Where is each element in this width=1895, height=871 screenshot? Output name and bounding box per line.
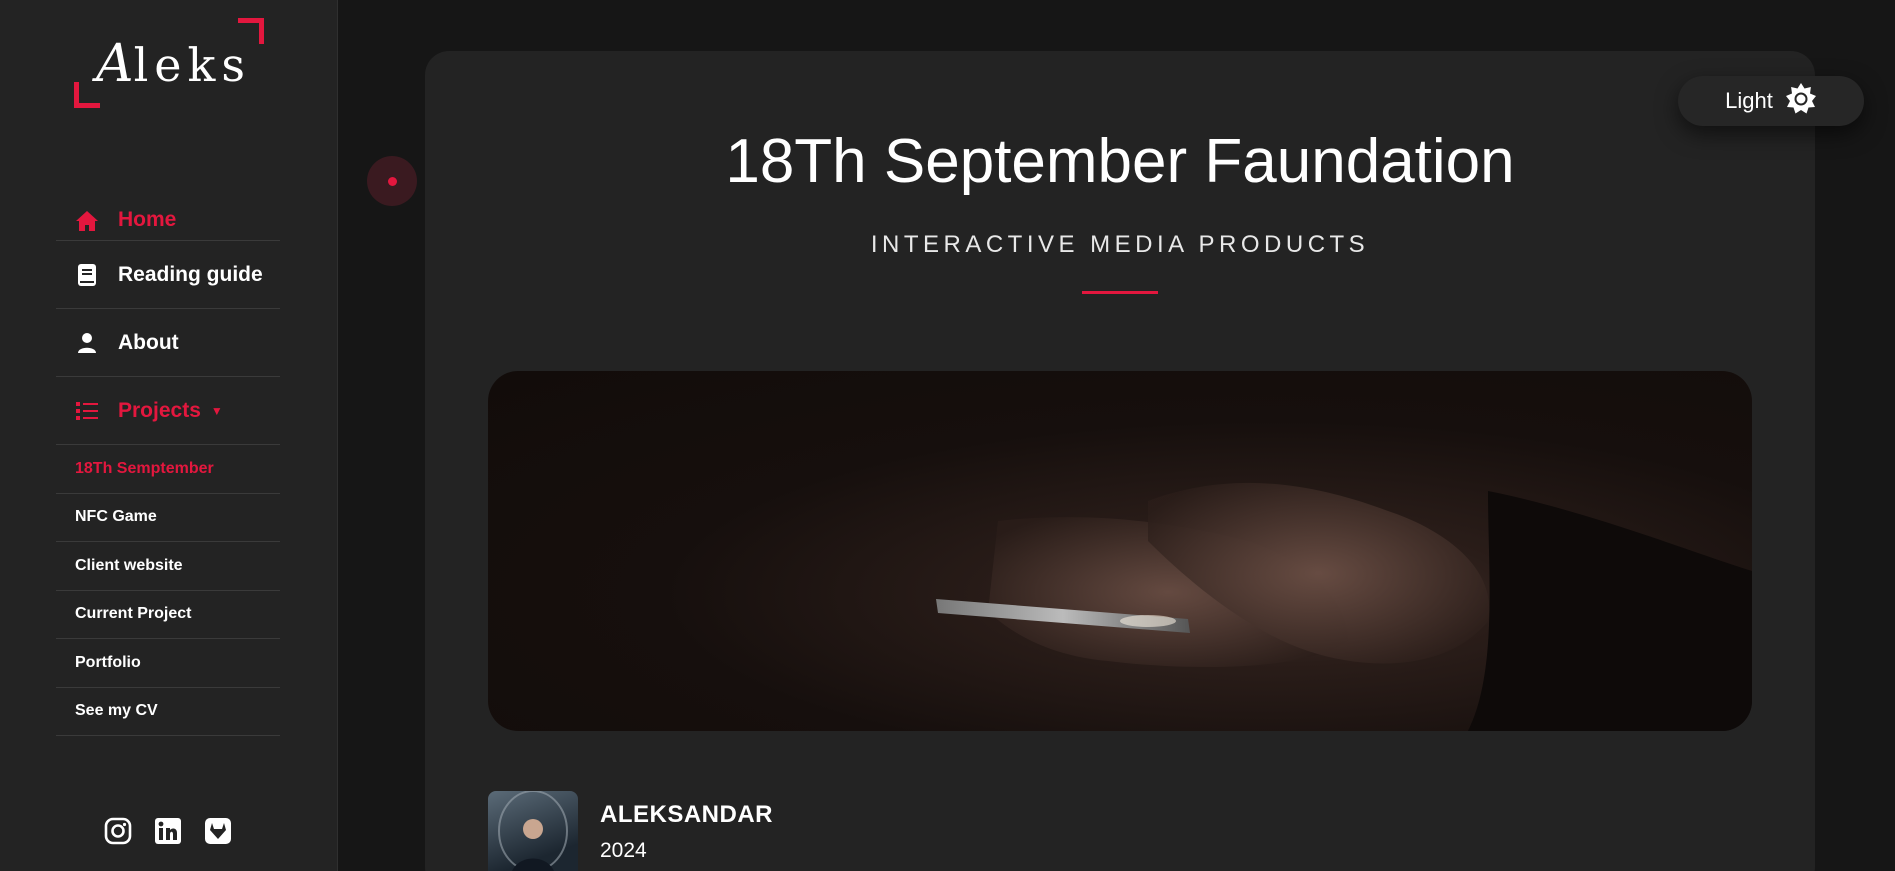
logo-text: Aleks: [96, 34, 251, 94]
author-block: ALEKSANDAR 2024: [488, 791, 773, 871]
chevron-down-icon: ▼: [210, 403, 223, 418]
project-item-current-project[interactable]: Current Project: [56, 591, 280, 639]
social-links: [104, 817, 232, 845]
project-item-18th-september[interactable]: 18Th Semptember: [56, 445, 280, 494]
page-title: 18Th September Faundation: [725, 127, 1515, 196]
nav-label-projects: Projects: [118, 398, 201, 422]
main-nav: Home Reading guide About Projects ▼ 18Th…: [56, 193, 280, 736]
list-icon: [74, 401, 100, 421]
home-icon: [74, 210, 100, 232]
page-subtitle: INTERACTIVE MEDIA PRODUCTS: [870, 231, 1370, 258]
nav-item-home[interactable]: Home: [56, 193, 280, 241]
project-item-portfolio[interactable]: Portfolio: [56, 639, 280, 688]
content-card: 18Th September Faundation INTERACTIVE ME…: [425, 51, 1815, 871]
nav-label-about: About: [118, 330, 179, 354]
project-item-see-my-cv[interactable]: See my CV: [56, 688, 280, 736]
title-underline: [1082, 291, 1158, 294]
sidebar: Aleks Home Reading guide About Projects: [0, 0, 338, 871]
linkedin-icon[interactable]: [154, 817, 182, 845]
instagram-icon[interactable]: [104, 817, 132, 845]
gitlab-icon[interactable]: [204, 817, 232, 845]
author-meta: ALEKSANDAR 2024: [600, 801, 773, 871]
nav-label-reading-guide: Reading guide: [118, 262, 263, 286]
project-item-client-website[interactable]: Client website: [56, 542, 280, 591]
sun-icon: [1785, 82, 1817, 120]
hero-image: [488, 371, 1752, 731]
theme-toggle-button[interactable]: Light: [1678, 76, 1864, 126]
book-icon: [74, 263, 100, 287]
nav-item-reading-guide[interactable]: Reading guide: [56, 241, 280, 309]
author-year: 2024: [600, 839, 647, 862]
nav-label-home: Home: [118, 208, 177, 231]
nav-item-about[interactable]: About: [56, 309, 280, 377]
theme-toggle-label: Light: [1725, 88, 1773, 113]
logo[interactable]: Aleks: [74, 18, 264, 108]
cursor-follower: [367, 156, 417, 206]
author-avatar: [488, 791, 578, 871]
project-item-nfc-game[interactable]: NFC Game: [56, 494, 280, 542]
author-name: ALEKSANDAR: [600, 801, 773, 828]
nav-item-projects[interactable]: Projects ▼: [56, 377, 280, 445]
user-icon: [74, 332, 100, 354]
